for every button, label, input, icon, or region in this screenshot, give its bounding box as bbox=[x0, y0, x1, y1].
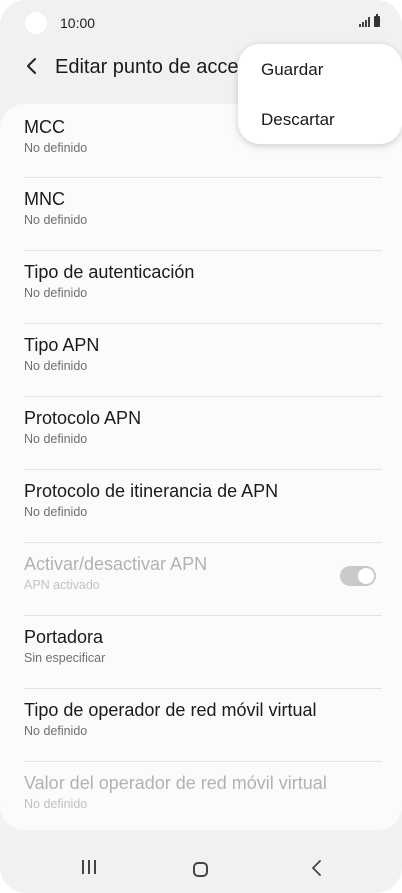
setting-apn-toggle: Activar/desactivar APN APN activado bbox=[0, 542, 402, 615]
back-icon[interactable] bbox=[310, 859, 324, 877]
setting-mvno-value: Valor del operador de red móvil virtual … bbox=[0, 761, 402, 830]
setting-value: APN activado bbox=[24, 578, 100, 592]
setting-title: MNC bbox=[24, 189, 65, 209]
apn-toggle-switch bbox=[340, 566, 376, 586]
recent-apps-icon[interactable] bbox=[82, 860, 96, 874]
status-bar: 10:00 bbox=[0, 0, 402, 46]
setting-value: No definido bbox=[24, 432, 88, 446]
setting-value: Sin especificar bbox=[24, 651, 106, 665]
overflow-menu: Guardar Descartar bbox=[238, 44, 402, 144]
menu-item-discard[interactable]: Descartar bbox=[238, 109, 402, 159]
setting-value: No definido bbox=[24, 797, 88, 811]
status-icons bbox=[359, 14, 380, 27]
navigation-bar bbox=[0, 842, 402, 893]
page-title: Editar punto de acceso bbox=[55, 56, 260, 78]
setting-title: Activar/desactivar APN bbox=[24, 554, 208, 574]
setting-value: No definido bbox=[24, 213, 88, 227]
setting-apn-protocol[interactable]: Protocolo APN No definido bbox=[0, 396, 402, 469]
setting-title: Valor del operador de red móvil virtual bbox=[24, 773, 327, 793]
setting-bearer[interactable]: Portadora Sin especificar bbox=[0, 615, 402, 688]
menu-item-save[interactable]: Guardar bbox=[238, 59, 402, 109]
settings-list: MCC No definido MNC No definido Tipo de … bbox=[0, 104, 402, 830]
setting-apn-type[interactable]: Tipo APN No definido bbox=[0, 323, 402, 396]
status-time: 10:00 bbox=[60, 15, 96, 31]
setting-auth-type[interactable]: Tipo de autenticación No definido bbox=[0, 250, 402, 323]
setting-apn-roaming-protocol[interactable]: Protocolo de itinerancia de APN No defin… bbox=[0, 469, 402, 542]
battery-icon bbox=[374, 14, 380, 27]
signal-icon bbox=[359, 16, 370, 27]
setting-mvno-type[interactable]: Tipo de operador de red móvil virtual No… bbox=[0, 688, 402, 761]
settings-card: MCC No definido MNC No definido Tipo de … bbox=[0, 104, 402, 830]
home-icon[interactable] bbox=[193, 862, 208, 877]
setting-title: Protocolo de itinerancia de APN bbox=[24, 481, 279, 501]
setting-title: Tipo de autenticación bbox=[24, 262, 195, 282]
setting-title: Tipo de operador de red móvil virtual bbox=[24, 700, 317, 720]
setting-value: No definido bbox=[24, 286, 88, 300]
toggle-knob bbox=[357, 567, 375, 585]
phone-screen: 10:00 Editar punto de acceso MCC No defi… bbox=[0, 0, 402, 893]
setting-title: Tipo APN bbox=[24, 335, 100, 355]
back-arrow-icon[interactable] bbox=[18, 52, 46, 80]
setting-mnc[interactable]: MNC No definido bbox=[0, 177, 402, 250]
setting-value: No definido bbox=[24, 724, 88, 738]
setting-title: Protocolo APN bbox=[24, 408, 142, 428]
front-camera bbox=[25, 12, 47, 34]
setting-title: Portadora bbox=[24, 627, 104, 647]
setting-value: No definido bbox=[24, 505, 88, 519]
setting-value: No definido bbox=[24, 359, 88, 373]
